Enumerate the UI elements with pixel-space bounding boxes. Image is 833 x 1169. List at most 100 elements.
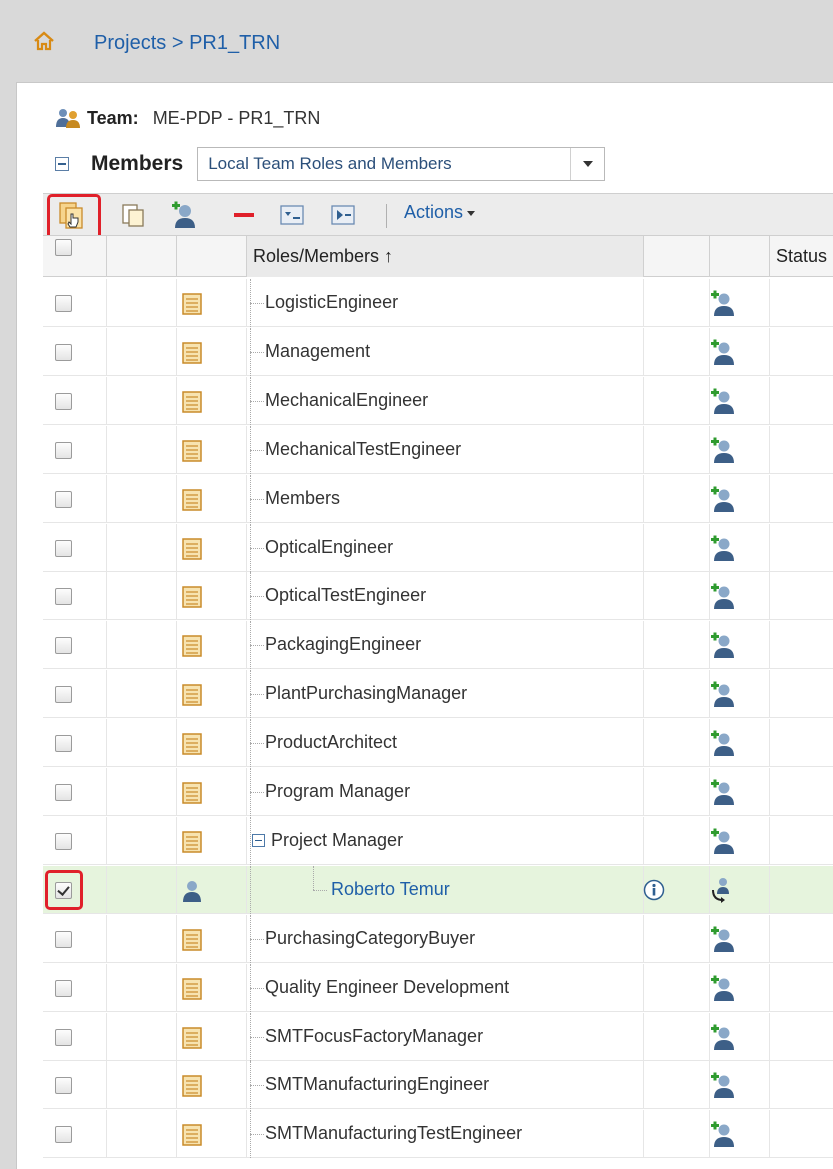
role-row[interactable]: MechanicalTestEngineer — [43, 425, 833, 474]
row-checkbox[interactable] — [55, 637, 72, 655]
role-row[interactable]: ProductArchitect — [43, 719, 833, 768]
add-user-icon[interactable] — [709, 631, 735, 659]
add-user-icon[interactable] — [709, 1023, 735, 1051]
status-cell — [770, 572, 833, 620]
info-cell — [644, 670, 710, 719]
row-checkbox[interactable] — [55, 1028, 72, 1046]
row-checkbox[interactable] — [55, 1077, 72, 1095]
add-user-icon[interactable] — [709, 778, 735, 806]
tree-line-branch — [250, 1085, 264, 1087]
add-user-icon[interactable] — [709, 1071, 735, 1099]
role-row[interactable]: Project Manager — [43, 816, 833, 865]
role-icon — [182, 977, 202, 1000]
paste-button[interactable] — [118, 200, 148, 230]
add-user-icon[interactable] — [709, 338, 735, 366]
checkbox-cell — [43, 963, 107, 1012]
replace-user-icon[interactable] — [709, 876, 735, 904]
add-user-icon[interactable] — [709, 485, 735, 513]
add-member-button[interactable] — [168, 200, 198, 230]
breadcrumb-current[interactable]: PR1_TRN — [189, 32, 280, 54]
select-all-cell — [43, 236, 107, 277]
add-user-icon[interactable] — [709, 289, 735, 317]
blank-cell — [107, 1110, 177, 1159]
view-select[interactable]: Local Team Roles and Members — [197, 147, 606, 181]
role-row[interactable]: PackagingEngineer — [43, 621, 833, 670]
add-user-icon[interactable] — [709, 534, 735, 562]
role-name: SMTFocusFactoryManager — [265, 1025, 484, 1046]
tree-line-branch — [250, 303, 264, 304]
role-row[interactable]: PurchasingCategoryBuyer — [43, 914, 833, 963]
add-user-icon[interactable] — [709, 387, 735, 415]
member-name-link[interactable]: Roberto Temur — [331, 879, 450, 900]
members-collapse-toggle[interactable] — [55, 157, 69, 171]
row-checkbox[interactable] — [55, 343, 72, 361]
role-row[interactable]: SMTManufacturingEngineer — [43, 1061, 833, 1110]
breadcrumb-projects-link[interactable]: Projects — [94, 32, 166, 54]
role-icon — [182, 391, 202, 413]
select-all-checkbox[interactable] — [55, 239, 72, 256]
add-user-icon[interactable] — [709, 974, 735, 1002]
status-cell — [770, 817, 833, 865]
status-cell — [770, 621, 833, 669]
add-user-icon[interactable] — [709, 1120, 735, 1148]
role-icon — [182, 733, 202, 755]
row-checkbox[interactable] — [55, 539, 72, 557]
role-row[interactable]: Management — [43, 327, 833, 376]
add-user-icon[interactable] — [709, 925, 735, 953]
row-checkbox[interactable] — [55, 735, 72, 753]
status-cell — [770, 719, 833, 767]
row-checkbox[interactable] — [55, 588, 72, 606]
expand-icon — [331, 205, 355, 225]
breadcrumb-bar: Projects > PR1_TRN — [0, 0, 833, 82]
collapse-toggle[interactable] — [252, 833, 265, 847]
role-name: Program Manager — [265, 781, 411, 801]
checkbox-cell — [43, 719, 107, 768]
role-row[interactable]: SMTFocusFactoryManager — [43, 1012, 833, 1061]
add-user-icon[interactable] — [709, 436, 735, 464]
role-row[interactable]: Members — [43, 474, 833, 523]
row-checkbox[interactable] — [55, 441, 72, 459]
checkbox-cell — [43, 1110, 107, 1159]
role-row[interactable]: OpticalTestEngineer — [43, 572, 833, 621]
actions-menu-button[interactable]: Actions — [404, 202, 476, 223]
add-user-icon[interactable] — [709, 680, 735, 708]
add-user-icon[interactable] — [709, 582, 735, 610]
row-checkbox[interactable] — [55, 784, 72, 801]
row-checkbox[interactable] — [55, 392, 72, 410]
row-checkbox[interactable] — [55, 295, 72, 312]
members-label: Members — [91, 152, 184, 175]
role-row[interactable]: Program Manager — [43, 768, 833, 816]
role-name: OpticalTestEngineer — [265, 585, 427, 606]
role-row[interactable]: LogisticEngineer — [43, 279, 833, 327]
filter-icon — [280, 205, 304, 225]
role-icon — [182, 537, 202, 560]
header-roles-members[interactable]: Roles/Members ↑ — [247, 236, 644, 277]
role-row[interactable]: PlantPurchasingManager — [43, 670, 833, 719]
role-row[interactable]: MechanicalEngineer — [43, 376, 833, 425]
add-user-icon[interactable] — [709, 827, 735, 855]
role-icon — [182, 586, 202, 609]
blank-cell — [107, 523, 177, 572]
member-row[interactable]: Roberto Temur — [43, 865, 833, 914]
expand-button[interactable] — [328, 200, 358, 230]
role-row[interactable]: SMTManufacturingTestEngineer — [43, 1110, 833, 1159]
row-checkbox[interactable] — [55, 490, 72, 508]
header-status[interactable]: Status — [770, 236, 833, 277]
filter-button[interactable] — [277, 200, 307, 230]
role-row[interactable]: OpticalEngineer — [43, 523, 833, 572]
add-user-icon[interactable] — [709, 729, 735, 757]
toolbar: Actions — [43, 193, 833, 246]
role-row[interactable]: Quality Engineer Development — [43, 963, 833, 1012]
row-checkbox[interactable] — [55, 686, 72, 704]
role-name: MechanicalTestEngineer — [265, 438, 462, 459]
header-blank-2 — [177, 236, 247, 277]
row-checkbox[interactable] — [55, 1126, 72, 1144]
row-checkbox[interactable] — [55, 832, 72, 850]
home-icon[interactable] — [33, 30, 55, 52]
remove-button[interactable] — [229, 200, 259, 230]
row-checkbox[interactable] — [55, 979, 72, 997]
info-icon[interactable] — [643, 879, 665, 901]
chevron-down-icon[interactable] — [570, 148, 604, 180]
info-cell — [644, 914, 710, 963]
row-checkbox[interactable] — [55, 930, 72, 948]
